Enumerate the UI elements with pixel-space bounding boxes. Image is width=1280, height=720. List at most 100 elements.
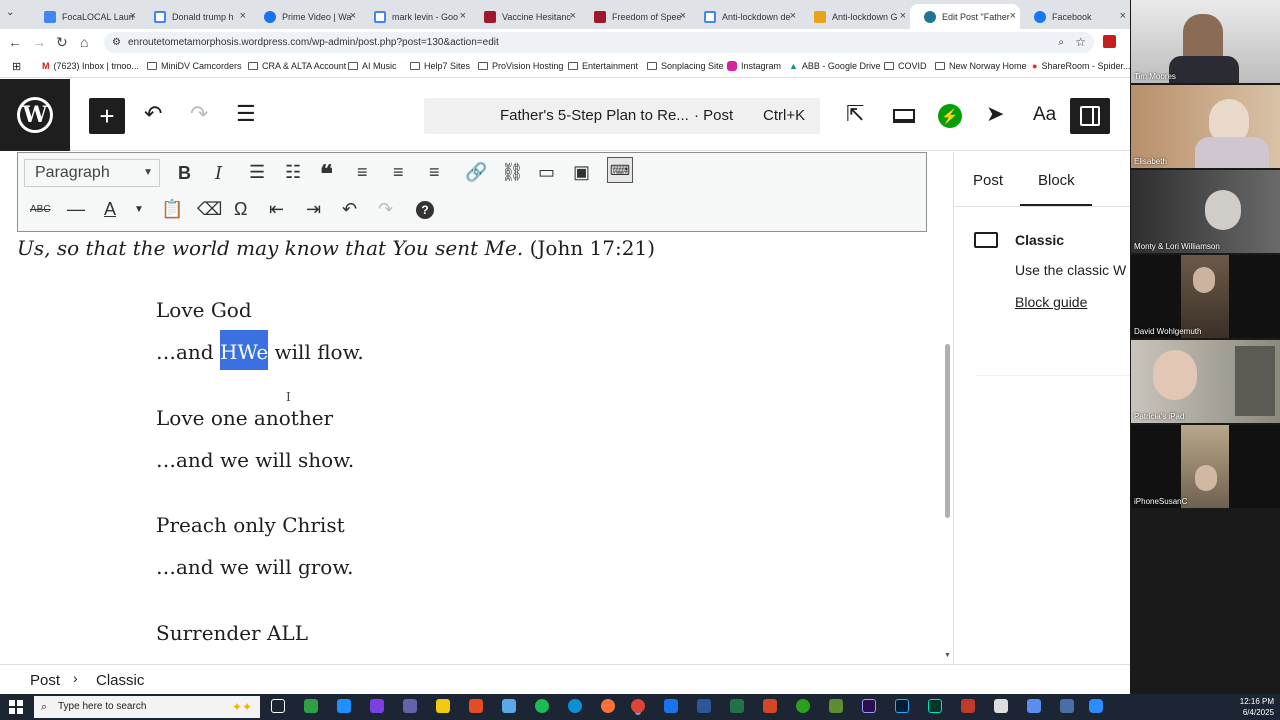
close-tab-icon[interactable]: ×: [680, 10, 686, 22]
selected-text[interactable]: HWe: [219, 330, 269, 370]
windows-start-icon[interactable]: [9, 700, 23, 714]
powerpoint-icon[interactable]: [763, 699, 777, 713]
close-tab-icon[interactable]: ×: [790, 10, 796, 22]
bookmark-folder[interactable]: Help7 Sites: [410, 61, 470, 71]
address-bar[interactable]: ⚙ enroutetometamorphosis.wordpress.com/w…: [104, 32, 1094, 53]
participant-video[interactable]: Monty & Lori Williamson: [1131, 170, 1280, 253]
participant-video[interactable]: Elisabeth: [1131, 85, 1280, 168]
app-icon[interactable]: [337, 699, 351, 713]
participant-video[interactable]: Patricia's iPad: [1131, 340, 1280, 423]
browser-tab[interactable]: Donald trump h ×: [140, 4, 250, 29]
app-icon[interactable]: [829, 699, 843, 713]
jetpack-icon[interactable]: ⚡: [938, 104, 962, 128]
text-color-dropdown-icon[interactable]: ▼: [134, 204, 144, 215]
indent-icon[interactable]: ⇥: [306, 199, 321, 220]
browser-tab[interactable]: Vaccine Hesitanc ×: [470, 4, 580, 29]
browser-tab[interactable]: Anti-lockdown de ×: [690, 4, 800, 29]
app-icon[interactable]: [502, 699, 516, 713]
insert-link-icon[interactable]: 🔗: [465, 162, 487, 183]
excel-icon[interactable]: [730, 699, 744, 713]
bookmark-folder[interactable]: COVID: [884, 61, 927, 71]
bookmark-folder[interactable]: ProVision Hosting: [478, 61, 563, 71]
browser-tab[interactable]: mark levin - Goo ×: [360, 4, 470, 29]
edge-icon[interactable]: [568, 699, 582, 713]
taskbar-search[interactable]: ⌕ Type here to search ✦✦: [34, 696, 260, 718]
tab-list-button[interactable]: ⌄: [6, 7, 22, 21]
document-overview-icon[interactable]: ☰: [236, 101, 256, 127]
app-icon[interactable]: [664, 699, 678, 713]
close-tab-icon[interactable]: ×: [460, 10, 466, 22]
align-center-icon[interactable]: ≡: [393, 162, 404, 183]
block-inserter-button[interactable]: +: [89, 98, 125, 134]
bookmark-folder[interactable]: MiniDV Camcorders: [147, 61, 242, 71]
photoshop-icon[interactable]: [895, 699, 909, 713]
editor-scrollbar-thumb[interactable]: [945, 344, 950, 518]
special-character-icon[interactable]: Ω: [234, 199, 247, 220]
participant-video[interactable]: iPhoneSusanC: [1131, 425, 1280, 508]
paste-as-text-icon[interactable]: 📋: [161, 199, 183, 220]
undo-icon[interactable]: ↶: [144, 101, 162, 127]
home-icon[interactable]: ⌂: [80, 34, 88, 50]
bookmark-folder[interactable]: CRA & ALTA Account: [248, 61, 346, 71]
command-palette-bar[interactable]: Father's 5-Step Plan to Re... · Post Ctr…: [424, 98, 820, 134]
strikethrough-icon[interactable]: ABC: [30, 204, 51, 215]
outdent-icon[interactable]: ⇤: [269, 199, 284, 220]
breadcrumb-post[interactable]: Post: [30, 672, 60, 689]
close-tab-icon[interactable]: ×: [350, 10, 356, 22]
bookmark-gmail[interactable]: M (7623) Inbox | tmoo...: [42, 61, 139, 71]
redo-icon[interactable]: ↷: [190, 101, 208, 127]
keyboard-shortcuts-icon[interactable]: ?: [416, 201, 434, 219]
close-tab-icon[interactable]: ×: [130, 10, 136, 22]
bookmark-folder[interactable]: AI Music: [348, 61, 397, 71]
bookmark-instagram[interactable]: Instagram: [727, 61, 781, 71]
browser-tab[interactable]: Freedom of Spee ×: [580, 4, 690, 29]
blockquote-icon[interactable]: ❝: [320, 160, 333, 189]
task-view-icon[interactable]: [271, 699, 285, 713]
participant-video[interactable]: David Wohlgemuth: [1131, 255, 1280, 338]
unlink-icon[interactable]: ⛓: [501, 162, 524, 183]
app-icon[interactable]: [994, 699, 1008, 713]
extension-icon[interactable]: [1103, 35, 1116, 48]
app-icon[interactable]: [796, 699, 810, 713]
zoom-app-icon[interactable]: [1089, 699, 1103, 713]
app-icon[interactable]: [370, 699, 384, 713]
text-color-icon[interactable]: A: [104, 199, 116, 220]
app-icon[interactable]: [469, 699, 483, 713]
classic-editor-content[interactable]: Us, so that the world may know that You …: [0, 232, 945, 664]
bookmark-folder[interactable]: Sonplacing Site: [647, 61, 724, 71]
publish-send-icon[interactable]: ➤: [986, 101, 1004, 127]
wordpress-logo-button[interactable]: W: [0, 79, 70, 151]
align-left-icon[interactable]: ≡: [357, 162, 368, 183]
bookmark-star-icon[interactable]: ☆: [1075, 32, 1086, 53]
browser-tab[interactable]: FocaLOCAL Laun ×: [30, 4, 140, 29]
align-right-icon[interactable]: ≡: [429, 162, 440, 183]
spotify-icon[interactable]: [535, 699, 549, 713]
horizontal-line-icon[interactable]: —: [67, 199, 85, 220]
firefox-icon[interactable]: [601, 699, 615, 713]
back-icon[interactable]: ←: [8, 34, 22, 50]
tab-block[interactable]: Block: [1038, 172, 1075, 189]
close-tab-icon[interactable]: ×: [570, 10, 576, 22]
bookmark-shareroom[interactable]: ● ShareRoom - Spider...: [1032, 61, 1130, 71]
view-post-external-icon[interactable]: ⇱: [846, 101, 864, 127]
browser-tab[interactable]: Prime Video | Wa ×: [250, 4, 360, 29]
undo-icon[interactable]: ↶: [342, 199, 357, 220]
bookmark-folder[interactable]: Entertainment: [568, 61, 638, 71]
block-guide-link[interactable]: Block guide: [1015, 294, 1087, 310]
styles-button[interactable]: Aa: [1033, 104, 1056, 126]
bullet-list-icon[interactable]: ☰: [249, 162, 265, 183]
app-icon[interactable]: [961, 699, 975, 713]
preview-device-icon[interactable]: [893, 109, 915, 123]
toolbar-toggle-icon[interactable]: ⌨: [607, 157, 633, 183]
zoom-icon[interactable]: ⌕: [1058, 32, 1064, 53]
file-explorer-icon[interactable]: [436, 699, 450, 713]
insert-media-icon[interactable]: ▣: [573, 162, 590, 183]
app-icon[interactable]: [1027, 699, 1041, 713]
clear-formatting-icon[interactable]: ⌫: [197, 199, 222, 220]
apps-grid-icon[interactable]: ⊞: [12, 60, 21, 73]
close-tab-icon[interactable]: ×: [240, 10, 246, 22]
app-icon[interactable]: [304, 699, 318, 713]
breadcrumb-classic[interactable]: Classic: [96, 672, 144, 689]
browser-tab[interactable]: Facebook ×: [1020, 4, 1130, 29]
word-icon[interactable]: [697, 699, 711, 713]
